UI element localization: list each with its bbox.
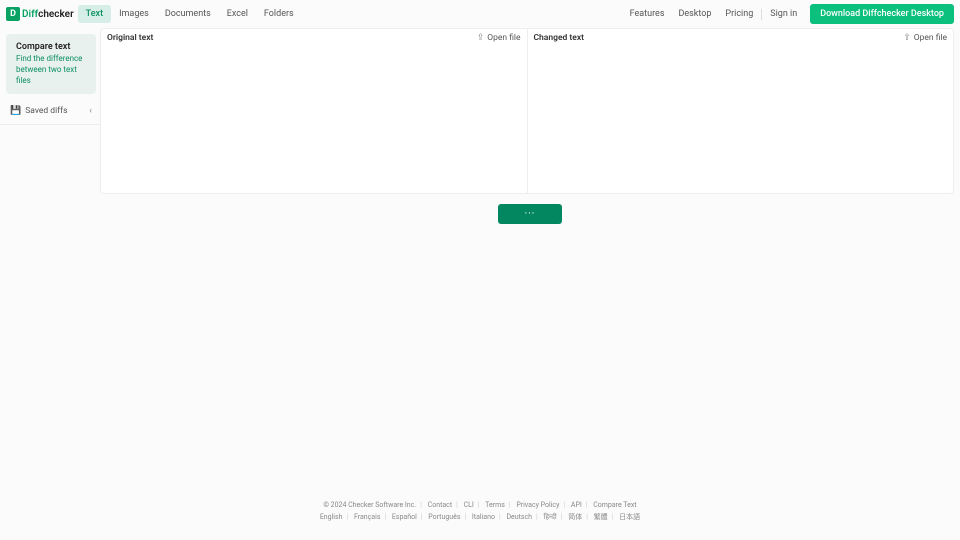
lang-deutsch[interactable]: Deutsch	[506, 513, 532, 521]
lang-portugues[interactable]: Português	[428, 513, 460, 521]
main: Compare text Find the differencebetween …	[0, 28, 960, 224]
tab-documents[interactable]: Documents	[157, 5, 219, 23]
copyright: © 2024 Checker Software Inc.	[323, 501, 416, 509]
header-right: Features Desktop Pricing Sign in Downloa…	[623, 4, 954, 24]
logo-icon: D	[6, 7, 20, 21]
header-left: D Diffchecker Text Images Documents Exce…	[6, 5, 302, 23]
lang-zht[interactable]: 繁體	[594, 513, 608, 521]
divider	[761, 9, 762, 20]
lang-espanol[interactable]: Español	[392, 513, 417, 521]
chevron-icon: ‹	[89, 106, 92, 116]
open-file-original[interactable]: ⇪ Open file	[477, 33, 521, 43]
logo[interactable]: D Diffchecker	[6, 7, 74, 21]
saved-label: Saved diffs	[25, 106, 67, 116]
saved-icon: 💾	[10, 106, 21, 116]
header: D Diffchecker Text Images Documents Exce…	[0, 0, 960, 28]
footer-row-1: © 2024 Checker Software Inc.| Contact| C…	[0, 500, 960, 511]
tabs: Text Images Documents Excel Folders	[78, 5, 302, 23]
footer-compare[interactable]: Compare Text	[593, 501, 636, 509]
footer-api[interactable]: API	[571, 501, 582, 509]
pane-changed: Changed text ⇪ Open file	[528, 29, 954, 193]
pane-header-right: Changed text ⇪ Open file	[528, 29, 954, 47]
lang-english[interactable]: English	[320, 513, 343, 521]
pane-title-original: Original text	[107, 33, 153, 43]
nav-desktop[interactable]: Desktop	[671, 9, 718, 19]
lang-zhs[interactable]: 简体	[568, 513, 582, 521]
lang-francais[interactable]: Français	[354, 513, 380, 521]
lang-ja[interactable]: 日本語	[619, 513, 640, 521]
tab-text[interactable]: Text	[78, 5, 111, 23]
logo-text: Diffchecker	[22, 9, 74, 20]
upload-icon: ⇪	[903, 33, 911, 43]
tab-folders[interactable]: Folders	[256, 5, 302, 23]
tab-images[interactable]: Images	[111, 5, 157, 23]
footer-privacy[interactable]: Privacy Policy	[516, 501, 559, 509]
pane-title-changed: Changed text	[534, 33, 585, 43]
pane-original: Original text ⇪ Open file	[101, 29, 528, 193]
nav-pricing[interactable]: Pricing	[718, 9, 760, 19]
open-file-changed[interactable]: ⇪ Open file	[903, 33, 947, 43]
sidebar: Compare text Find the differencebetween …	[0, 28, 100, 224]
download-button[interactable]: Download Diffchecker Desktop	[810, 4, 954, 24]
footer: © 2024 Checker Software Inc.| Contact| C…	[0, 500, 960, 524]
tab-excel[interactable]: Excel	[219, 5, 256, 23]
find-difference-button[interactable]: ···	[498, 204, 562, 224]
textarea-changed[interactable]	[528, 47, 954, 193]
lang-italiano[interactable]: Italiano	[472, 513, 495, 521]
panes: Original text ⇪ Open file Changed text ⇪…	[100, 28, 954, 194]
footer-row-2: English| Français| Español| Português| I…	[0, 512, 960, 523]
nav-features[interactable]: Features	[623, 9, 672, 19]
card-desc: Find the differencebetween two text file…	[16, 54, 86, 86]
lang-hindi[interactable]: हिन्दी	[544, 513, 557, 521]
card-title: Compare text	[16, 42, 86, 52]
upload-icon: ⇪	[477, 33, 485, 43]
editor-wrap: Original text ⇪ Open file Changed text ⇪…	[100, 28, 960, 224]
pane-header-left: Original text ⇪ Open file	[101, 29, 527, 47]
textarea-original[interactable]	[101, 47, 527, 193]
footer-contact[interactable]: Contact	[428, 501, 452, 509]
nav-signin[interactable]: Sign in	[763, 9, 804, 19]
footer-cli[interactable]: CLI	[464, 501, 474, 509]
saved-diffs[interactable]: 💾 Saved diffs ‹	[0, 98, 100, 125]
footer-terms[interactable]: Terms	[485, 501, 505, 509]
compare-text-card[interactable]: Compare text Find the differencebetween …	[6, 34, 96, 94]
